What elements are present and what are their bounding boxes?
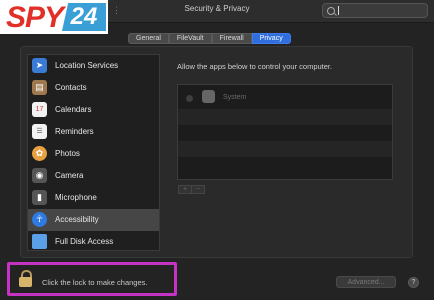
sidebar-item-label: Reminders bbox=[55, 127, 94, 136]
text-cursor bbox=[338, 6, 339, 15]
sidebar-item-full-disk-access[interactable]: Full Disk Access bbox=[28, 231, 159, 253]
sidebar-item-label: Photos bbox=[55, 149, 80, 158]
help-button[interactable]: ? bbox=[408, 277, 419, 288]
sidebar-item-photos[interactable]: ✿ Photos bbox=[28, 143, 159, 165]
folder-icon bbox=[32, 234, 47, 249]
privacy-category-list: ➤ Location Services ▤ Contacts 17 Calend… bbox=[27, 54, 160, 251]
calendar-icon: 17 bbox=[32, 102, 47, 117]
tab-firewall[interactable]: Firewall bbox=[211, 33, 252, 44]
contacts-book-icon: ▤ bbox=[32, 80, 47, 95]
sidebar-item-camera[interactable]: ◉ Camera bbox=[28, 165, 159, 187]
logo-number: 24 bbox=[62, 3, 106, 31]
app-checkbox[interactable] bbox=[186, 95, 193, 102]
search-field[interactable] bbox=[322, 3, 428, 18]
privacy-tab-bar: General FileVault Firewall Privacy bbox=[128, 33, 291, 44]
tab-general[interactable]: General bbox=[128, 33, 169, 44]
remove-app-button[interactable]: − bbox=[191, 186, 204, 193]
sidebar-item-calendars[interactable]: 17 Calendars bbox=[28, 99, 159, 121]
sidebar-item-label: Location Services bbox=[55, 61, 119, 70]
lock-icon[interactable] bbox=[19, 270, 32, 287]
sidebar-item-label: Contacts bbox=[55, 83, 87, 92]
accessibility-icon: ☥ bbox=[32, 212, 47, 227]
logo-text: SPY bbox=[6, 1, 64, 34]
app-list: System bbox=[177, 84, 393, 180]
privacy-description: Allow the apps below to control your com… bbox=[177, 62, 333, 71]
microphone-icon: ▮ bbox=[32, 190, 47, 205]
sidebar-item-label: Full Disk Access bbox=[55, 237, 114, 246]
sidebar-item-microphone[interactable]: ▮ Microphone bbox=[28, 187, 159, 209]
sidebar-item-label: Microphone bbox=[55, 193, 97, 202]
search-icon bbox=[327, 7, 335, 15]
sidebar-item-label: Camera bbox=[55, 171, 84, 180]
empty-row bbox=[178, 157, 392, 173]
reminders-list-icon: ☰ bbox=[32, 124, 47, 139]
add-app-button[interactable]: + bbox=[179, 186, 191, 193]
app-name: System bbox=[223, 94, 247, 101]
tab-privacy[interactable]: Privacy bbox=[251, 33, 291, 44]
watermark-logo: SPY 24 bbox=[0, 0, 108, 34]
system-app-icon bbox=[202, 90, 215, 103]
advanced-button[interactable]: Advanced... bbox=[336, 276, 396, 288]
sidebar-item-label: Accessibility bbox=[55, 215, 99, 224]
sidebar-item-reminders[interactable]: ☰ Reminders bbox=[28, 121, 159, 143]
empty-row bbox=[178, 125, 392, 141]
tab-filevault[interactable]: FileVault bbox=[168, 33, 212, 44]
sidebar-item-label: Calendars bbox=[55, 105, 92, 114]
lock-highlight: Click the lock to make changes. bbox=[7, 262, 177, 296]
photos-flower-icon: ✿ bbox=[32, 146, 47, 161]
camera-icon: ◉ bbox=[32, 168, 47, 183]
sidebar-item-location-services[interactable]: ➤ Location Services bbox=[28, 55, 159, 77]
location-arrow-icon: ➤ bbox=[32, 58, 47, 73]
empty-row bbox=[178, 109, 392, 125]
list-item[interactable]: System bbox=[178, 85, 392, 109]
empty-row bbox=[178, 141, 392, 157]
sidebar-item-contacts[interactable]: ▤ Contacts bbox=[28, 77, 159, 99]
lock-hint-text: Click the lock to make changes. bbox=[42, 278, 148, 287]
add-remove-control: + − bbox=[178, 185, 205, 194]
sidebar-item-accessibility[interactable]: ☥ Accessibility bbox=[28, 209, 159, 231]
